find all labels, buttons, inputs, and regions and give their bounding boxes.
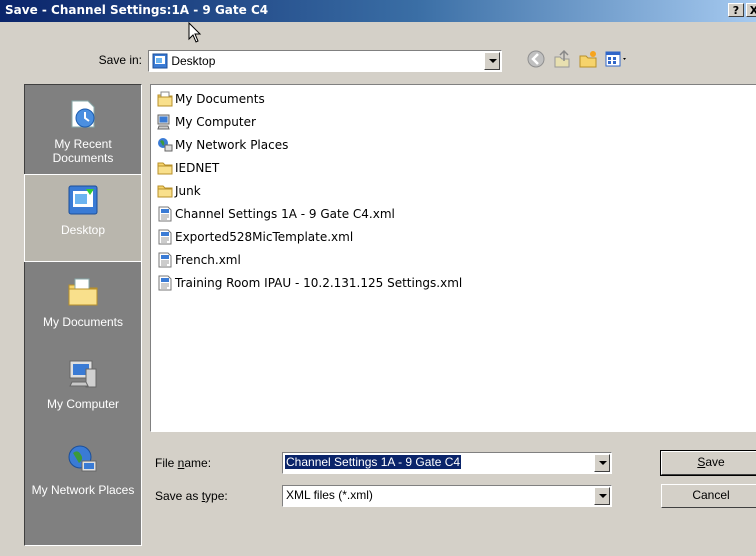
places-bar: My Recent Documents Desktop My Documents	[24, 84, 142, 546]
title-bar[interactable]: Save - Channel Settings:1A - 9 Gate C4 ?…	[0, 0, 756, 22]
file-name-value: Channel Settings 1A - 9 Gate C4	[283, 454, 463, 470]
file-list-item[interactable]: Exported528MicTemplate.xml	[157, 229, 353, 247]
file-list-item[interactable]: French.xml	[157, 252, 241, 270]
xml-file-icon	[158, 206, 172, 222]
network-places-icon	[68, 445, 97, 472]
file-list-item[interactable]: Channel Settings 1A - 9 Gate C4.xml	[157, 206, 395, 224]
up-folder-icon[interactable]	[552, 49, 572, 69]
save-dialog: Save - Channel Settings:1A - 9 Gate C4 ?…	[0, 0, 756, 556]
new-folder-icon[interactable]	[578, 49, 598, 69]
file-list[interactable]: My Documents My Computer My Network Plac…	[150, 84, 756, 432]
folder-icon	[157, 185, 173, 198]
file-name-input[interactable]: Channel Settings 1A - 9 Gate C4	[282, 452, 612, 474]
save-as-type-value: XML files (*.xml)	[286, 488, 373, 502]
xml-file-icon	[158, 229, 172, 245]
file-list-item[interactable]: Junk	[157, 183, 201, 201]
folder-icon	[157, 162, 173, 175]
save-as-type-dropdown[interactable]: XML files (*.xml)	[282, 485, 612, 507]
save-in-label: Save in:	[98, 53, 142, 67]
xml-file-icon	[158, 275, 172, 291]
file-list-item[interactable]: IEDNET	[157, 160, 219, 178]
my-documents-icon	[68, 278, 98, 306]
my-documents-icon	[157, 91, 173, 107]
file-list-item[interactable]: My Computer	[157, 114, 256, 132]
file-list-item[interactable]: Training Room IPAU - 10.2.131.125 Settin…	[157, 275, 462, 293]
views-menu-icon[interactable]	[604, 49, 630, 69]
save-in-value: Desktop	[152, 53, 215, 69]
place-desktop[interactable]: Desktop	[24, 174, 142, 262]
save-as-type-label: Save as type:	[155, 489, 228, 503]
save-in-dropdown[interactable]: Desktop	[148, 50, 502, 72]
file-list-item[interactable]: My Documents	[157, 91, 265, 109]
xml-file-icon	[158, 252, 172, 268]
desktop-icon	[152, 53, 168, 69]
my-computer-icon	[157, 114, 170, 130]
my-computer-icon	[69, 360, 97, 388]
file-list-item[interactable]: My Network Places	[157, 137, 288, 155]
back-icon[interactable]	[526, 49, 546, 69]
desktop-icon	[68, 185, 98, 215]
close-button[interactable]: X	[746, 3, 756, 17]
help-button[interactable]: ?	[728, 3, 744, 17]
save-as-type-dropdown-arrow[interactable]	[594, 487, 610, 505]
file-name-dropdown[interactable]	[593, 453, 611, 473]
place-my-documents[interactable]: My Documents	[25, 275, 141, 329]
mouse-cursor-icon	[188, 22, 202, 43]
save-in-dropdown-arrow[interactable]	[484, 52, 500, 70]
recent-documents-icon	[71, 100, 95, 128]
place-my-recent-documents[interactable]: My Recent Documents	[25, 97, 141, 165]
file-name-label: File name:	[155, 456, 212, 470]
network-places-icon	[158, 138, 173, 152]
cancel-button[interactable]: Cancel	[661, 484, 756, 508]
file-name-dropdown-arrow[interactable]	[594, 454, 610, 472]
window-title: Save - Channel Settings:1A - 9 Gate C4	[5, 3, 269, 17]
place-my-computer[interactable]: My Computer	[25, 357, 141, 411]
save-button[interactable]: Save	[660, 450, 756, 476]
place-my-network-places[interactable]: My Network Places	[25, 443, 141, 497]
